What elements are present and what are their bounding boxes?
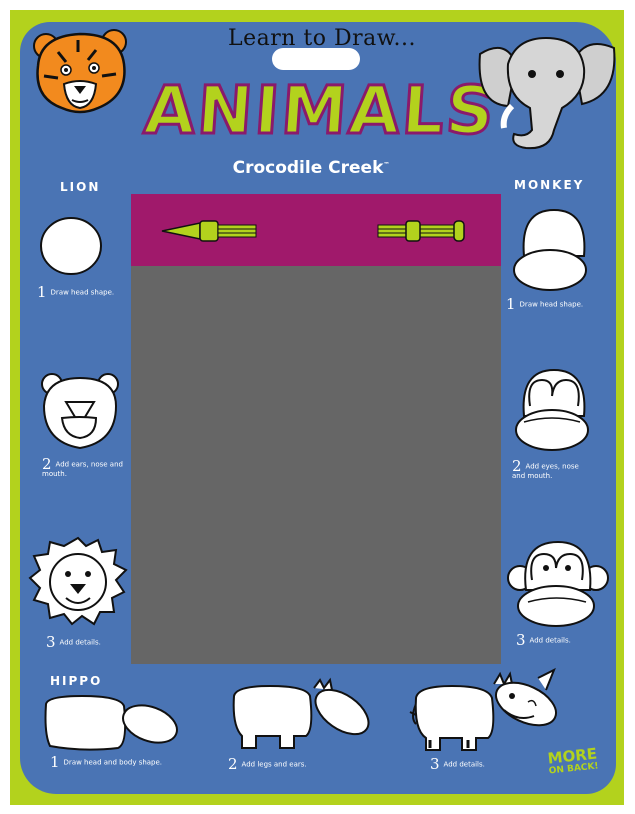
- brand-name: Crocodile Creek™: [232, 158, 390, 178]
- drawing-board: Learn to Draw... ANIMALS Crocodile Creek…: [0, 0, 635, 814]
- lion-step2-drawing: [41, 373, 119, 450]
- page-title: ANIMALS: [140, 71, 500, 151]
- monkey-step3-drawing: [507, 540, 609, 627]
- lion-step1-drawing: [40, 217, 102, 275]
- monkey-step-1: 1 Draw head shape.: [506, 295, 584, 313]
- lion-step-3: 3 Add details.: [46, 633, 101, 651]
- lion-step-1: 1 Draw head shape.: [37, 283, 115, 301]
- tiger-icon: [33, 29, 127, 114]
- monkey-step2-drawing: [515, 368, 589, 451]
- monkey-step-3: 3 Add details.: [516, 631, 571, 649]
- lion-step-2: 2 Add ears, nose and mouth.: [42, 455, 123, 478]
- hanging-slot: [272, 48, 360, 70]
- slider-icon[interactable]: [376, 218, 468, 244]
- hippo-step2-drawing: [232, 677, 370, 749]
- hippo-step-1: 1 Draw head and body shape.: [50, 753, 163, 771]
- monkey-step1-drawing: [513, 208, 587, 291]
- hippo-step1-drawing: [44, 694, 178, 751]
- hippo-heading: HIPPO: [50, 674, 103, 688]
- hippo-step-3: 3 Add details.: [430, 755, 485, 773]
- monkey-heading: MONKEY: [514, 178, 585, 192]
- lion-step3-drawing: [28, 536, 128, 626]
- lion-heading: LION: [60, 180, 101, 194]
- hippo-step-2: 2 Add legs and ears.: [228, 755, 307, 773]
- monkey-step-2: 2 Add eyes, nose and mouth.: [512, 457, 579, 480]
- drawing-screen[interactable]: [131, 266, 501, 664]
- stylus-icon[interactable]: [160, 218, 260, 244]
- elephant-icon: [478, 36, 616, 150]
- hippo-step3-drawing: [409, 667, 557, 751]
